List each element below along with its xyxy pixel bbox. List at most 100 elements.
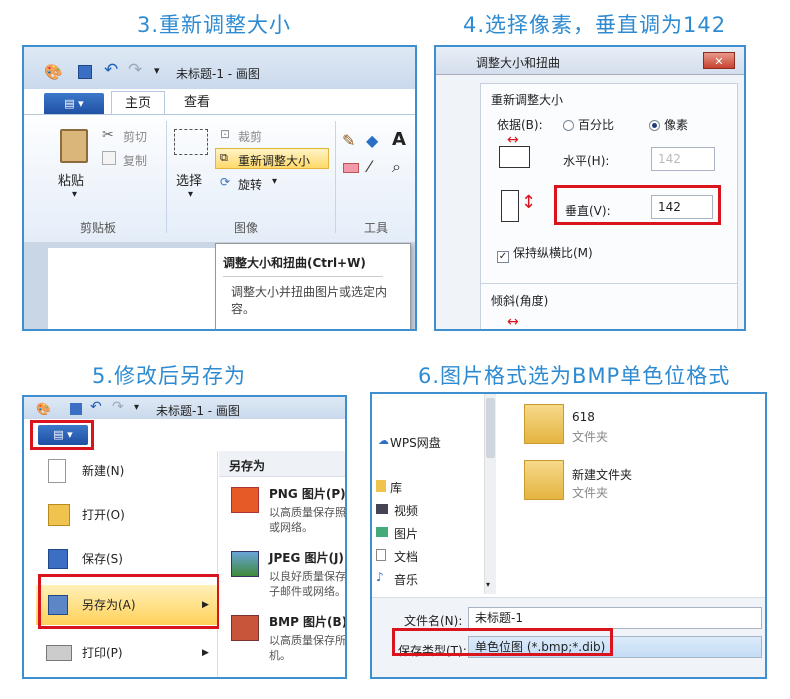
jpeg-image-icon — [231, 551, 259, 577]
save-as-highlight — [38, 574, 220, 629]
resize-button[interactable]: ⧉ 重新调整大小 — [215, 148, 329, 169]
filetype-highlight — [392, 628, 613, 656]
save-icon[interactable] — [78, 65, 92, 79]
canvas[interactable] — [48, 248, 218, 329]
folder-new-type: 文件夹 — [572, 486, 609, 500]
select-button[interactable]: 选择 — [176, 170, 202, 189]
undo-icon[interactable]: ↶ — [90, 399, 102, 415]
menu-save[interactable]: 保存(S) — [36, 539, 214, 579]
tab-view[interactable]: 查看 — [170, 91, 224, 115]
window-title: 未标题-1 - 画图 — [156, 404, 240, 418]
eraser-icon[interactable] — [343, 163, 359, 173]
tree-item-pictures[interactable]: 图片 — [394, 525, 418, 542]
menu-new[interactable]: 新建(N) — [36, 451, 214, 491]
format-jpeg-title: JPEG 图片(J) — [269, 551, 344, 565]
dialog-title: 调整大小和扭曲 — [476, 56, 561, 70]
format-jpeg-desc-2: 子邮件或网络。 — [269, 585, 346, 598]
text-tool-icon[interactable]: A — [392, 129, 406, 150]
open-folder-icon — [48, 504, 70, 526]
save-as-header-label: 另存为 — [229, 459, 266, 473]
step-3-title: 3.重新调整大小 — [137, 13, 292, 37]
format-png-title: PNG 图片(P) — [269, 487, 346, 501]
tab-home[interactable]: 主页 — [111, 91, 165, 115]
step-5-title: 5.修改后另存为 — [92, 364, 247, 388]
tree-item-wps[interactable]: WPS网盘 — [390, 434, 441, 451]
pixels-radio[interactable]: 像素 — [649, 116, 688, 133]
format-png-desc: 以高质量保存照 — [269, 506, 346, 519]
undo-icon[interactable]: ↶ — [104, 60, 118, 80]
format-png[interactable]: PNG 图片(P) 以高质量保存照 或网络。 — [219, 483, 345, 545]
paste-dropdown-icon[interactable]: ▾ — [72, 189, 77, 200]
quick-access-dropdown-icon[interactable]: ▾ — [134, 402, 139, 413]
magnifier-icon[interactable]: ⌕ — [392, 157, 401, 177]
folder-tree: ☁ WPS网盘 库 视频 图片 文档 ♪ 音乐 — [372, 394, 484, 594]
horizontal-shape-icon — [499, 146, 530, 168]
rotate-icon[interactable]: ⟳ — [220, 175, 230, 189]
tooltip-divider — [223, 276, 383, 277]
vertical-arrow-icon: ↕ — [521, 192, 537, 213]
scrollbar-thumb[interactable] — [486, 398, 495, 458]
ribbon-home: 粘贴 ▾ ✂ 剪切 复制 选择 ▾ ⊡ 裁剪 ⧉ 重新调整大小 ⟳ 旋转 ▾ ✎… — [24, 114, 415, 242]
quick-access-dropdown-icon[interactable]: ▾ — [154, 64, 160, 77]
crop-button[interactable]: 裁剪 — [238, 128, 262, 145]
percent-radio[interactable]: 百分比 — [563, 116, 614, 133]
copy-icon[interactable] — [102, 151, 116, 165]
format-bmp[interactable]: BMP 图片(B) 以高质量保存所 机。 — [219, 611, 345, 673]
tooltip-title: 调整大小和扭曲(Ctrl+W) — [223, 256, 366, 270]
file-menu-button[interactable]: ▤ ▾ — [44, 93, 104, 115]
tree-item-music[interactable]: 音乐 — [394, 571, 418, 588]
save-icon[interactable] — [70, 403, 82, 415]
new-file-icon — [48, 459, 66, 483]
format-png-desc-2: 或网络。 — [269, 521, 313, 534]
vertical-highlight — [554, 185, 721, 225]
menu-print[interactable]: 打印(P) ▶ — [36, 633, 214, 673]
menu-save-label: 保存(S) — [82, 552, 123, 566]
horizontal-input[interactable]: 142 — [651, 147, 715, 171]
select-icon[interactable] — [174, 129, 208, 155]
tree-scrollbar[interactable]: ▾ — [484, 394, 496, 594]
palette-icon: 🎨 — [36, 402, 51, 416]
skew-section: 倾斜(角度) ↔ — [480, 283, 738, 329]
file-menu-list: 新建(N) 打开(O) 保存(S) 另存为(A) ▶ 打印(P) ▶ — [36, 451, 218, 677]
redo-icon[interactable]: ↷ — [128, 60, 142, 80]
crop-icon[interactable]: ⊡ — [220, 127, 230, 141]
filename-label: 文件名(N): — [404, 614, 463, 628]
paste-button[interactable]: 粘贴 — [58, 170, 84, 189]
menu-open[interactable]: 打开(O) — [36, 495, 214, 535]
rotate-button[interactable]: 旋转 — [238, 176, 262, 193]
filemenu-titlebar: 🎨 ↶ ↷ ▾ 未标题-1 - 画图 — [24, 397, 345, 419]
color-picker-icon[interactable]: ⁄ — [368, 157, 371, 176]
select-dropdown-icon[interactable]: ▾ — [188, 189, 193, 200]
fill-icon[interactable]: ◆ — [366, 131, 378, 150]
pencil-icon[interactable]: ✎ — [342, 131, 355, 150]
keep-ratio-checkbox[interactable]: ✓ 保持纵横比(M) — [497, 244, 593, 263]
format-jpeg[interactable]: JPEG 图片(J) 以良好质量保存 子邮件或网络。 — [219, 547, 345, 609]
filename-input[interactable]: 未标题-1 — [468, 607, 762, 629]
tree-item-video[interactable]: 视频 — [394, 502, 418, 519]
folder-new-name[interactable]: 新建文件夹 — [572, 466, 632, 483]
cut-icon[interactable]: ✂ — [102, 127, 114, 143]
close-icon[interactable]: ✕ — [703, 52, 735, 69]
paint-ribbon-panel: 🎨 ↶ ↷ ▾ 未标题-1 - 画图 ▤ ▾ 主页 查看 粘贴 ▾ ✂ 剪切 复… — [22, 45, 417, 331]
paste-icon[interactable] — [60, 129, 88, 163]
copy-button[interactable]: 复制 — [123, 152, 147, 169]
cloud-icon: ☁ — [378, 434, 389, 447]
tree-item-library[interactable]: 库 — [390, 479, 402, 496]
separator — [335, 121, 336, 233]
save-disk-icon — [48, 549, 68, 569]
tree-item-documents[interactable]: 文档 — [394, 548, 418, 565]
format-bmp-title: BMP 图片(B) — [269, 615, 347, 629]
file-menu-panel: 🎨 ↶ ↷ ▾ 未标题-1 - 画图 ▤ ▾ 新建(N) 打开(O) 保存(S)… — [22, 395, 347, 679]
rotate-dropdown-icon[interactable]: ▾ — [272, 176, 277, 187]
save-dialog-panel: ☁ WPS网盘 库 视频 图片 文档 ♪ 音乐 ▾ 618 文件夹 新建文件夹 … — [370, 392, 767, 679]
picture-icon — [376, 527, 388, 537]
scroll-down-icon[interactable]: ▾ — [486, 580, 490, 589]
folder-618-name[interactable]: 618 — [572, 410, 595, 424]
folder-icon[interactable] — [524, 404, 564, 444]
cut-button[interactable]: 剪切 — [123, 128, 147, 145]
clipboard-group-label: 剪贴板 — [80, 221, 117, 235]
menu-new-label: 新建(N) — [82, 464, 125, 478]
library-icon — [376, 480, 386, 492]
redo-icon[interactable]: ↷ — [112, 399, 124, 415]
folder-icon[interactable] — [524, 460, 564, 500]
